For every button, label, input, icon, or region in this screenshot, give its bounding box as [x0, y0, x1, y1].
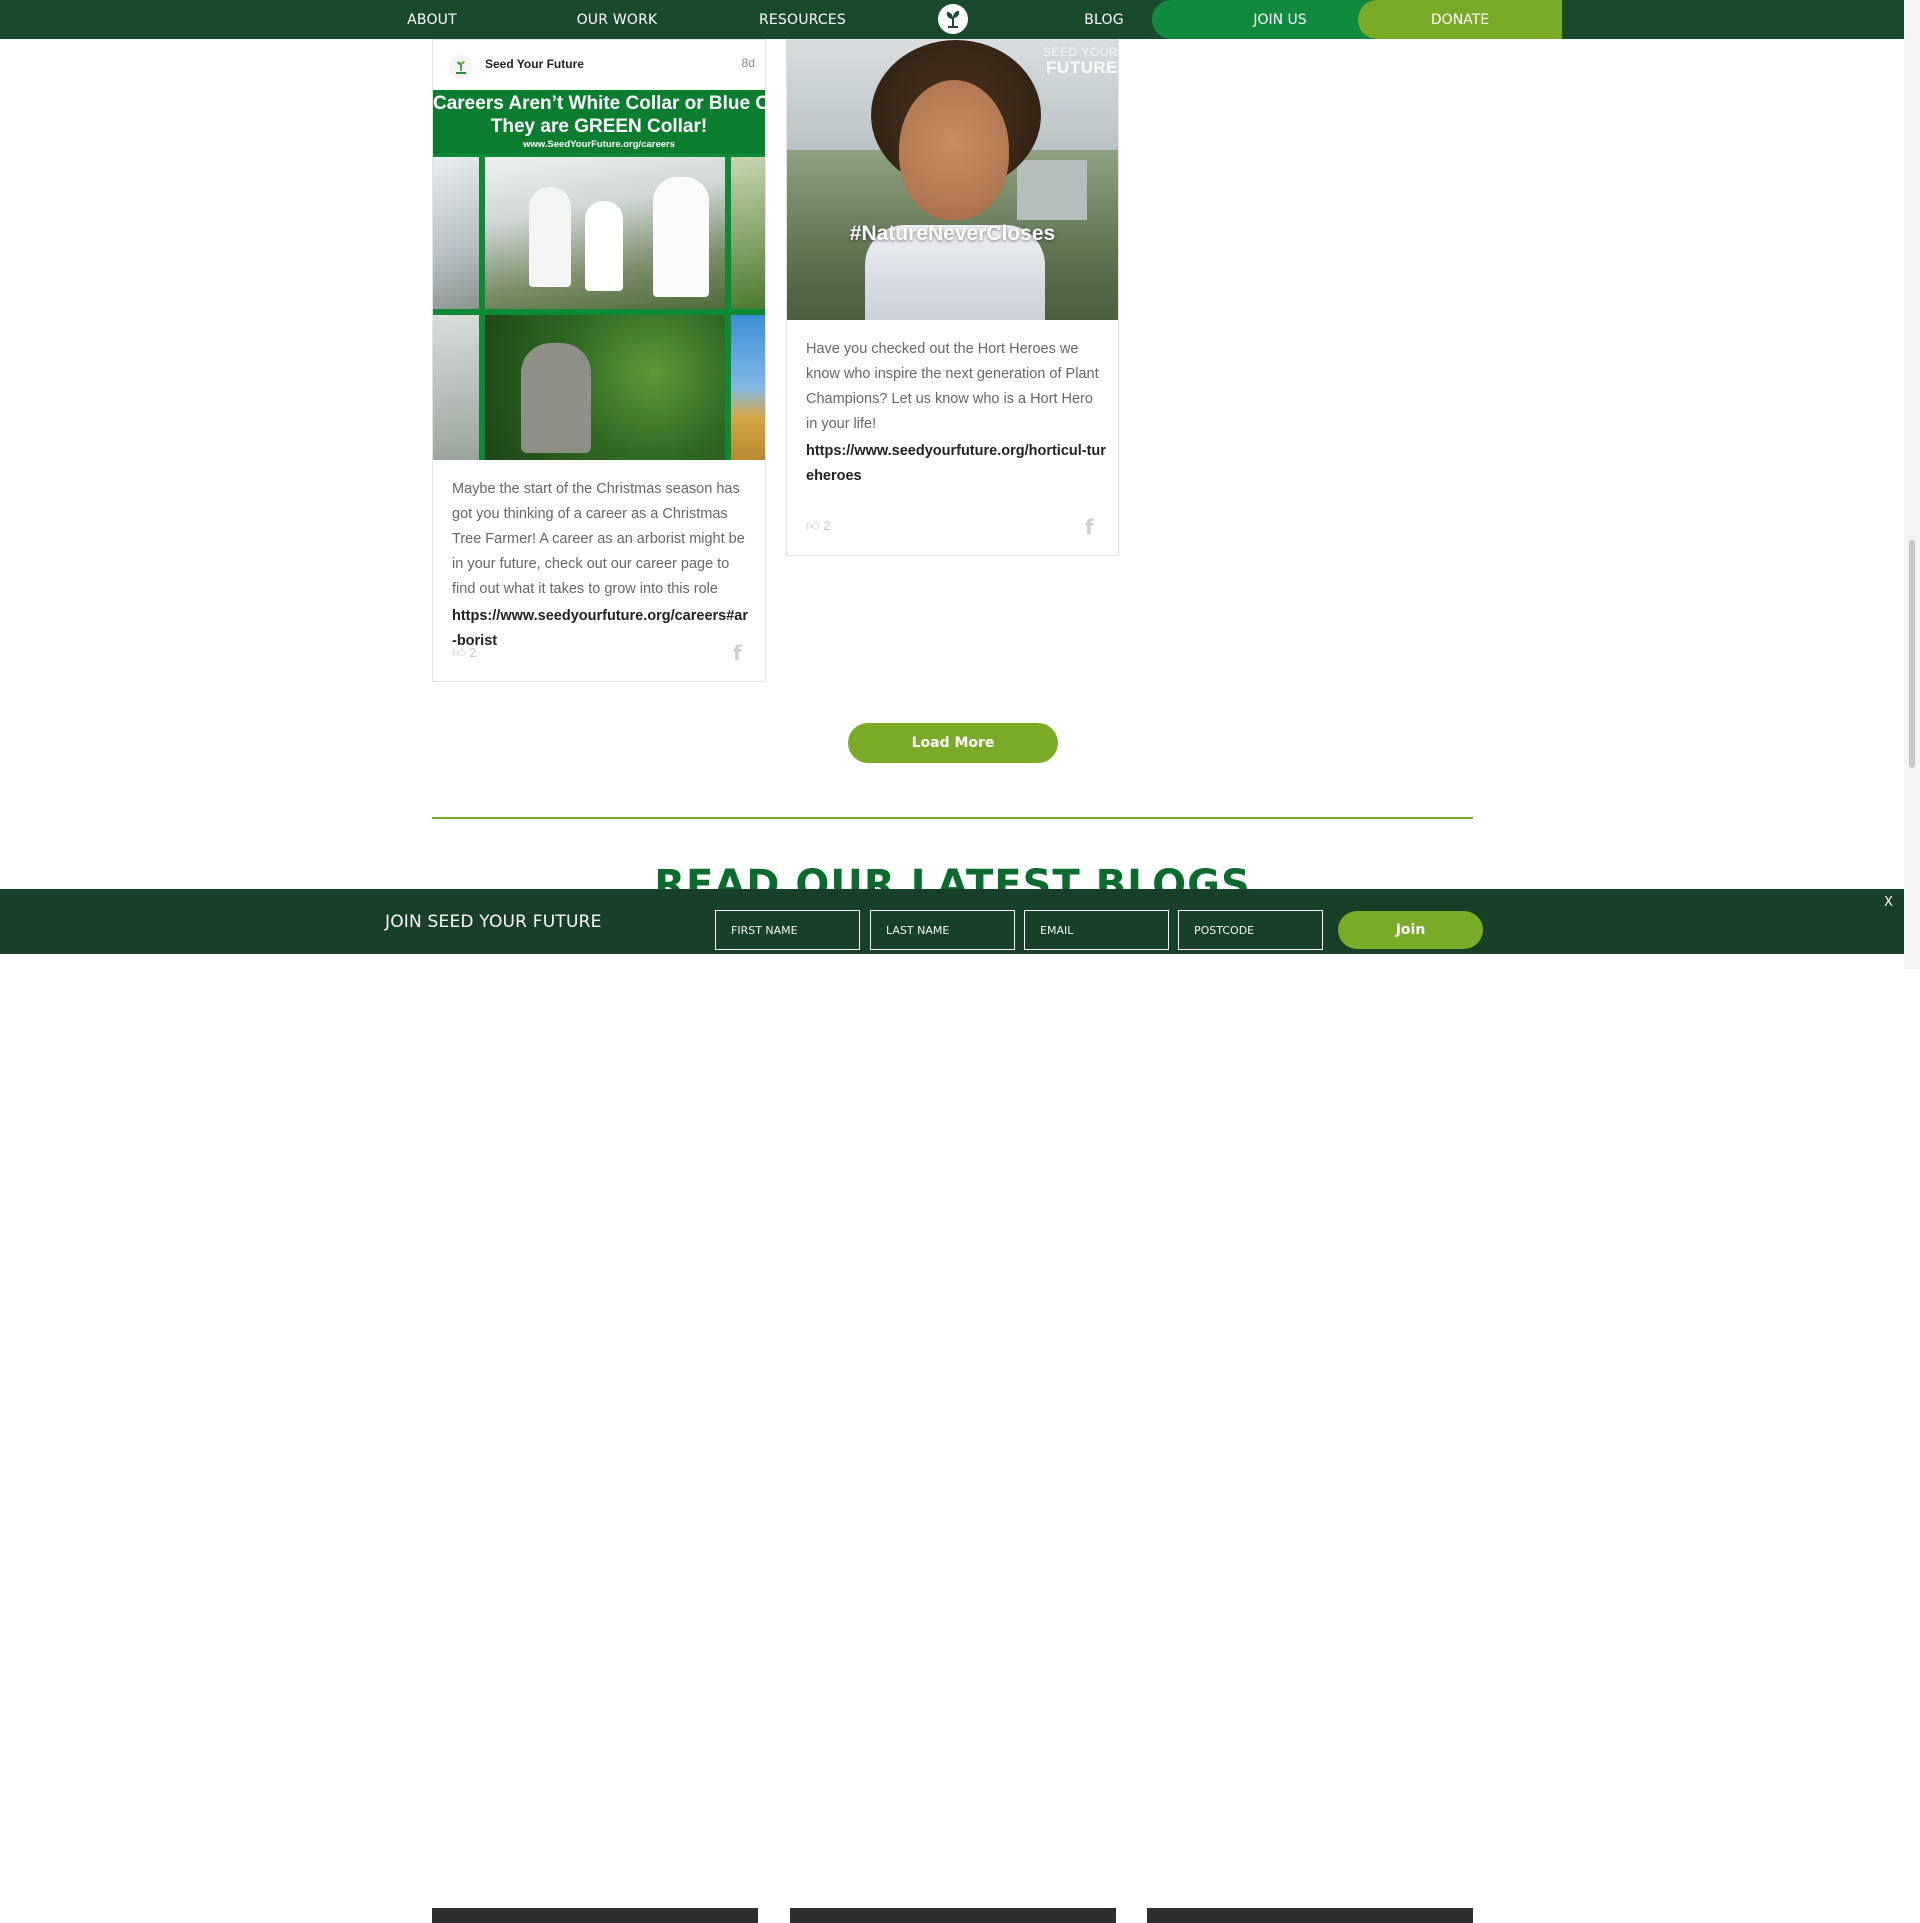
brand-watermark: SEED YOUR FUTURE [1043, 44, 1118, 76]
post-link[interactable]: https://www.seedyourfuture.org/horticul-… [806, 439, 1106, 489]
last-name-field[interactable] [870, 910, 1015, 950]
post-time: 8d [741, 56, 755, 70]
likes-count[interactable]: 👍︎ 2 [806, 518, 830, 534]
photo-tile [731, 315, 765, 460]
top-nav: ABOUT OUR WORK RESOURCES BLOG JOIN US DO… [0, 0, 1904, 39]
first-name-field[interactable] [715, 910, 860, 950]
thumbs-up-icon: 👍︎ [806, 518, 820, 533]
post-text-block: Have you checked out the Hort Heroes we … [806, 337, 1106, 489]
post-text: Maybe the start of the Christmas season … [452, 481, 745, 597]
photo-tile [485, 157, 725, 309]
brand-watermark-top: SEED YOUR [1043, 45, 1118, 59]
join-us-button[interactable]: JOIN US [1152, 0, 1388, 39]
scrollbar-thumb[interactable] [1909, 540, 1915, 768]
teacher-figure [653, 177, 709, 297]
nav-our-work[interactable]: OUR WORK [568, 0, 666, 39]
likes-number: 2 [823, 518, 831, 533]
image-hashtag: #NatureNeverCloses [849, 222, 1056, 245]
likes-number: 2 [469, 645, 477, 660]
likes-count[interactable]: 👍︎ 2 [452, 645, 476, 661]
join-us-label: JOIN US [1253, 12, 1307, 28]
post-header: Seed Your Future 8d [433, 40, 765, 90]
facebook-icon[interactable]: f [733, 641, 742, 665]
join-newsletter-bar: JOIN SEED YOUR FUTURE Join X [0, 889, 1904, 954]
image-headline: Careers Aren’t White Collar or Blue C [433, 93, 765, 114]
social-post-card: SEED YOUR FUTURE #NatureNeverCloses Have… [786, 39, 1119, 556]
join-submit-button[interactable]: Join [1338, 911, 1483, 949]
post-text-block: Maybe the start of the Christmas season … [452, 477, 752, 654]
section-divider [432, 817, 1473, 819]
logo-graphic [946, 11, 960, 28]
donate-button[interactable]: DONATE [1358, 0, 1562, 39]
post-text: Have you checked out the Hort Heroes we … [806, 341, 1099, 432]
post-link[interactable]: https://www.seedyourfuture.org/careers#a… [452, 604, 752, 654]
nav-about[interactable]: ABOUT [402, 0, 462, 39]
image-url-text: www.SeedYourFuture.org/careers [522, 139, 676, 150]
page-below-bar [0, 954, 1904, 1923]
postcode-field[interactable] [1178, 910, 1323, 950]
blog-card-preview[interactable] [432, 1908, 758, 1923]
blog-card-preview[interactable] [790, 1908, 1116, 1923]
donate-label: DONATE [1430, 12, 1490, 28]
post-image[interactable]: SEED YOUR FUTURE #NatureNeverCloses [787, 40, 1118, 320]
image-banner: Careers Aren’t White Collar or Blue C Th… [433, 90, 765, 154]
photo-tile [433, 157, 479, 309]
seedling-icon[interactable] [938, 4, 968, 34]
close-button[interactable]: X [1884, 895, 1893, 910]
face-shape [899, 80, 1009, 220]
nav-blog[interactable]: BLOG [1080, 0, 1128, 39]
child-figure [585, 201, 623, 291]
post-image[interactable]: Careers Aren’t White Collar or Blue C Th… [433, 90, 765, 460]
background-building [1017, 160, 1087, 220]
seedling-icon [449, 55, 473, 79]
photo-tile [433, 315, 479, 460]
post-author[interactable]: Seed Your Future [485, 57, 584, 71]
join-bar-title: JOIN SEED YOUR FUTURE [385, 912, 602, 932]
thumbs-up-icon: 👍︎ [452, 645, 466, 660]
image-subheadline: They are GREEN Collar! [490, 116, 708, 137]
avatar [449, 55, 473, 79]
social-post-card: Seed Your Future 8d Careers Aren’t White… [432, 39, 766, 682]
facebook-icon[interactable]: f [1085, 515, 1094, 539]
nav-resources[interactable]: RESOURCES [755, 0, 850, 39]
brand-watermark-bottom: FUTURE [1046, 58, 1118, 77]
photo-tile [731, 157, 765, 309]
blog-card-preview[interactable] [1147, 1908, 1473, 1923]
photo-tile [485, 315, 725, 460]
load-more-button[interactable]: Load More [848, 723, 1058, 763]
page-scrollbar[interactable] [1904, 0, 1920, 969]
email-field[interactable] [1024, 910, 1169, 950]
hiker-figure [521, 343, 591, 453]
scientist-figure [529, 187, 571, 287]
